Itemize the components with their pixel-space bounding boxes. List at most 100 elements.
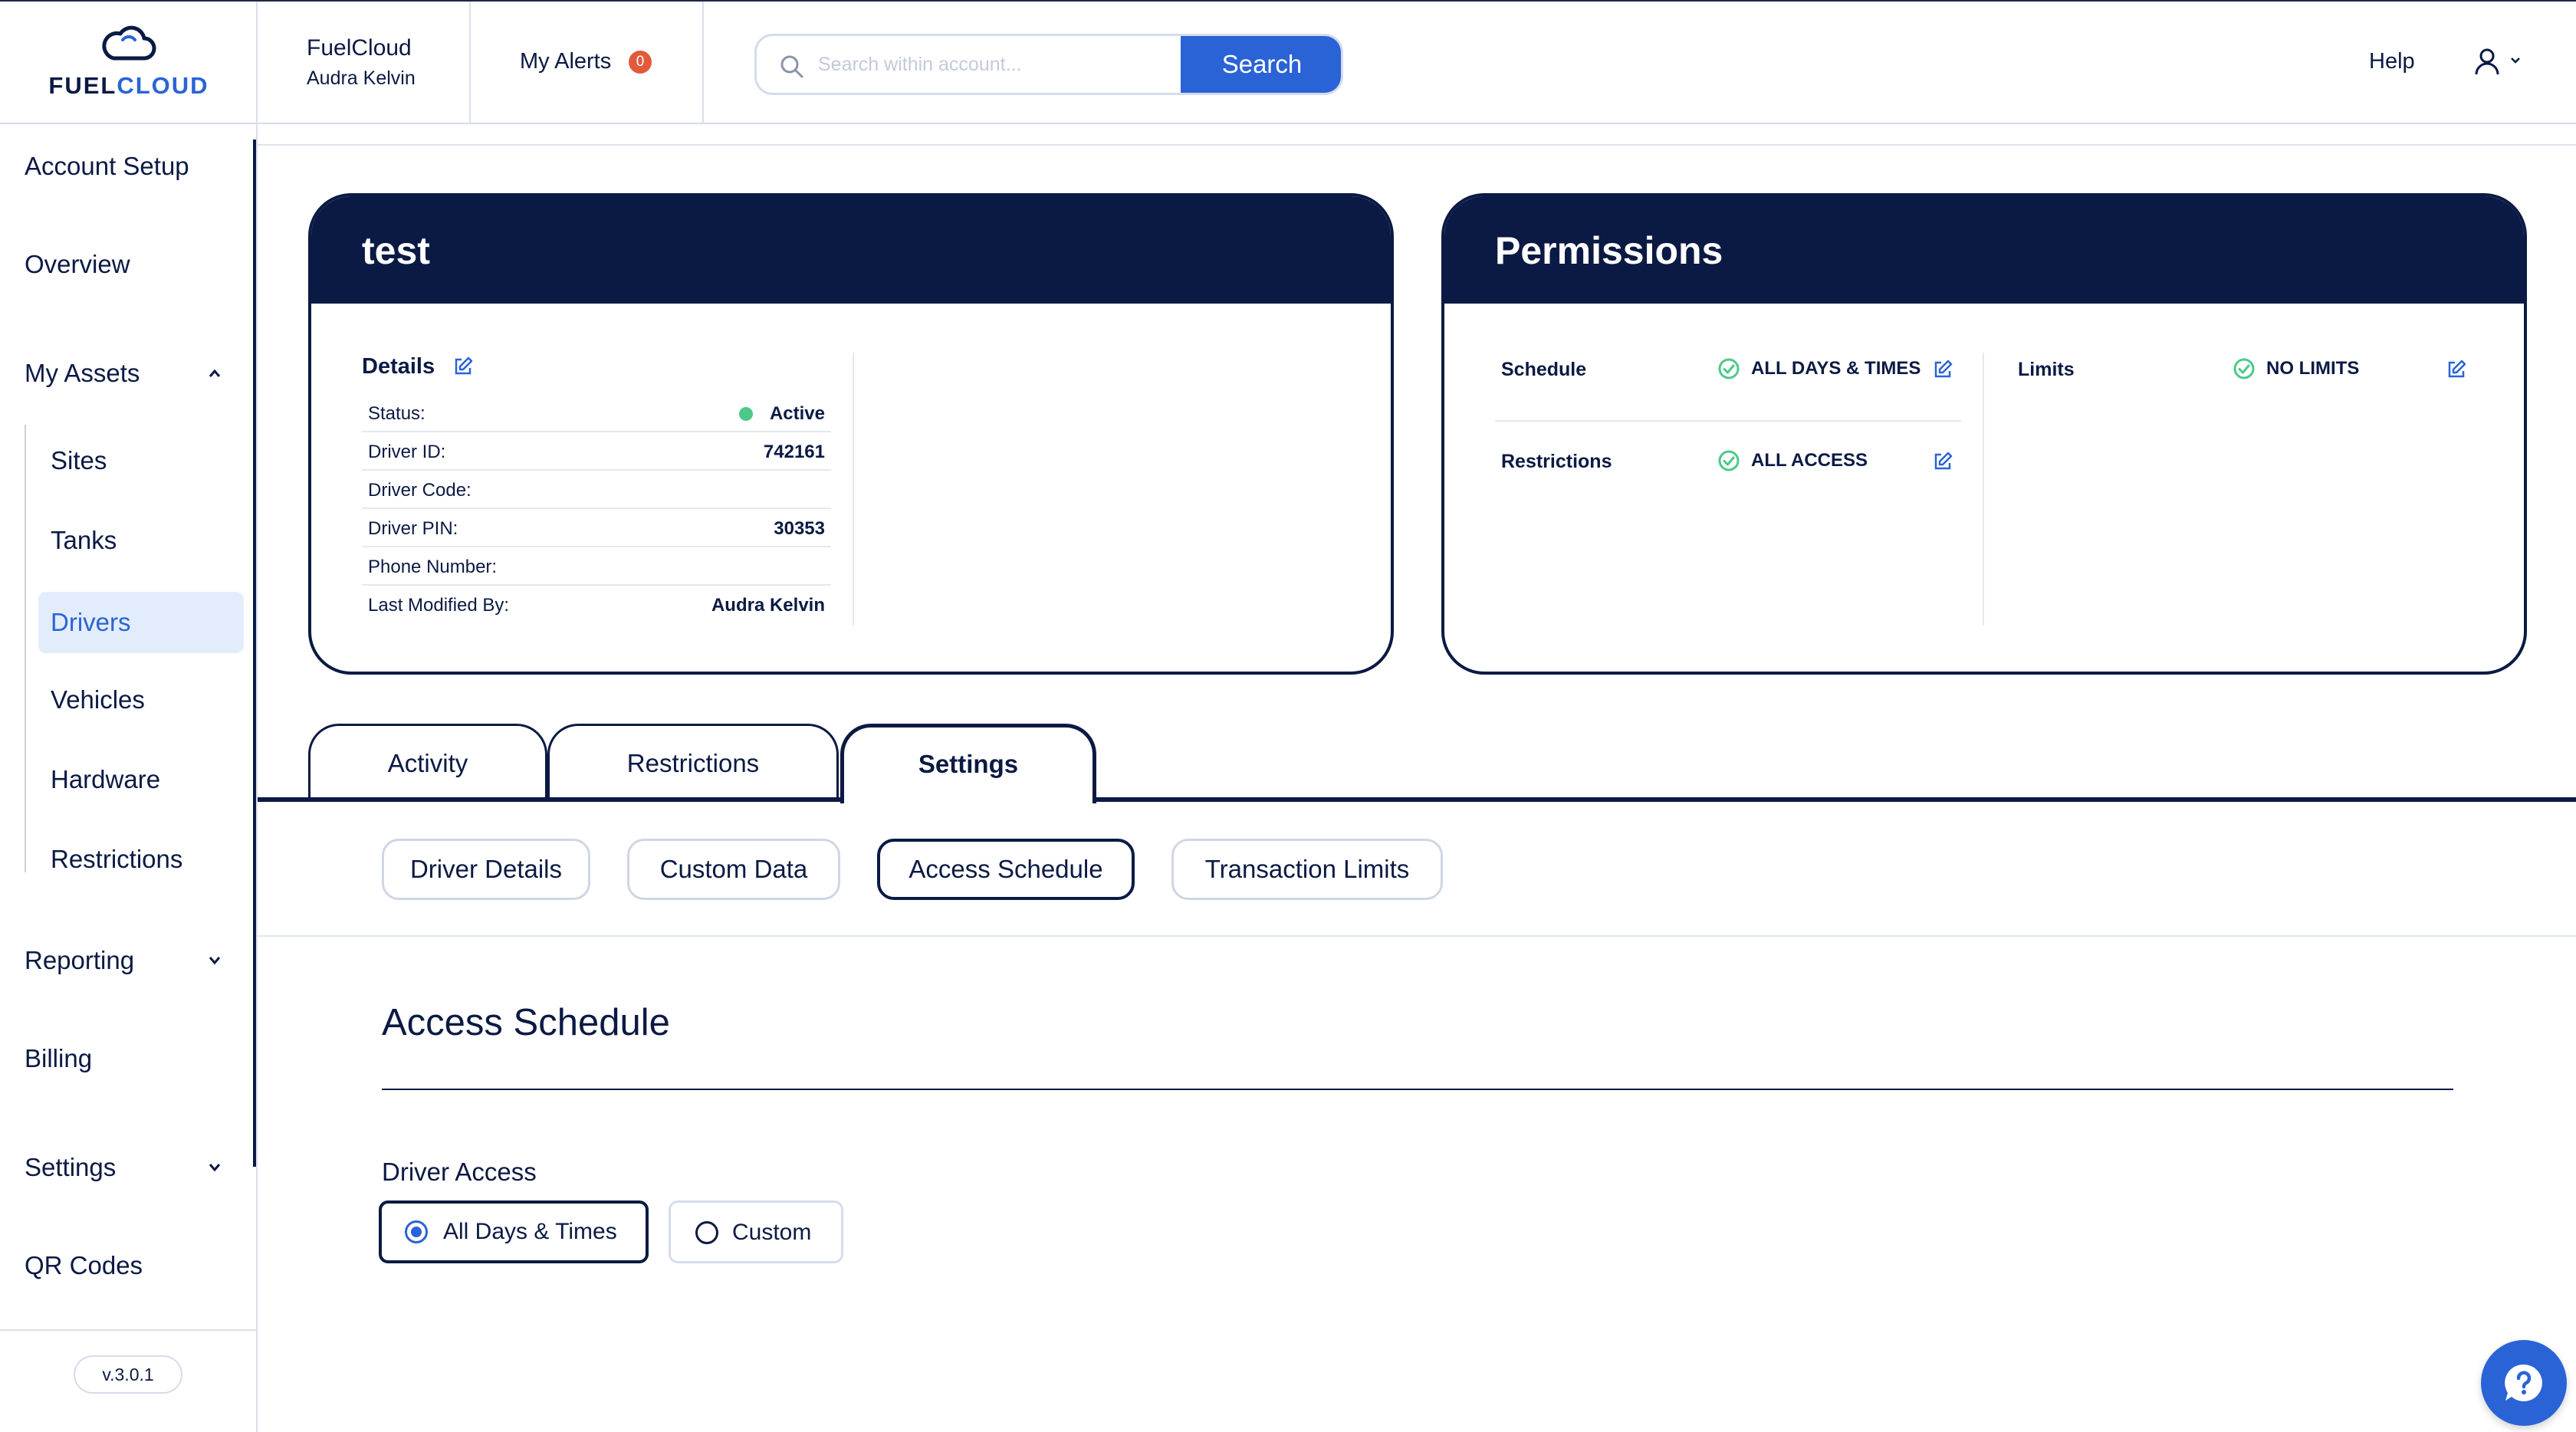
details-row-driver-code: Driver Code: bbox=[362, 471, 831, 509]
tab-activity[interactable]: Activity bbox=[308, 724, 547, 802]
alerts-count-badge: 0 bbox=[629, 51, 652, 74]
schedule-label: Schedule bbox=[1501, 359, 1587, 380]
row-value: 30353 bbox=[774, 518, 825, 539]
details-row-driver-pin: Driver PIN: 30353 bbox=[362, 509, 831, 547]
subtab-driver-details[interactable]: Driver Details bbox=[382, 839, 590, 900]
sidebar-scroll-indicator bbox=[253, 140, 256, 1167]
limits-value: NO LIMITS bbox=[2233, 357, 2359, 380]
tab-restrictions[interactable]: Restrictions bbox=[547, 724, 839, 802]
permissions-title: Permissions bbox=[1495, 229, 1723, 272]
search-button[interactable]: Search bbox=[1181, 36, 1341, 93]
search-input[interactable] bbox=[818, 36, 1171, 93]
account-name: FuelCloud bbox=[307, 35, 412, 61]
search-icon bbox=[780, 55, 803, 78]
tabs-underline bbox=[258, 797, 2576, 802]
main-top-divider bbox=[258, 144, 2576, 146]
row-label: Last Modified By: bbox=[368, 595, 510, 616]
chevron-up-icon[interactable] bbox=[207, 368, 222, 379]
sidebar-item-account-setup[interactable]: Account Setup bbox=[25, 152, 189, 181]
sidebar-item-reporting[interactable]: Reporting bbox=[25, 946, 134, 975]
top-header: FUELCLOUD FuelCloud Audra Kelvin My Aler… bbox=[0, 0, 2576, 124]
limits-label: Limits bbox=[2018, 359, 2075, 380]
details-row-phone: Phone Number: bbox=[362, 547, 831, 586]
row-value: Audra Kelvin bbox=[711, 595, 825, 616]
account-user: Audra Kelvin bbox=[307, 67, 416, 89]
tab-settings[interactable]: Settings bbox=[840, 724, 1096, 803]
details-row-driver-id: Driver ID: 742161 bbox=[362, 432, 831, 471]
chevron-down-icon[interactable] bbox=[207, 955, 222, 966]
radio-custom[interactable]: Custom bbox=[669, 1200, 843, 1263]
details-row-status: Status: Active bbox=[362, 394, 831, 432]
edit-icon[interactable] bbox=[452, 356, 474, 377]
check-circle-icon bbox=[1718, 450, 1740, 471]
edit-limits-icon[interactable] bbox=[2446, 359, 2467, 380]
row-label: Driver ID: bbox=[368, 442, 446, 462]
details-divider bbox=[853, 353, 854, 626]
driver-card: test Details Status: Active Driver ID: 7… bbox=[308, 193, 1394, 675]
radio-label: All Days & Times bbox=[443, 1219, 617, 1244]
details-table: Status: Active Driver ID: 742161 Driver … bbox=[362, 394, 831, 624]
row-label: Status: bbox=[368, 403, 426, 424]
subtab-access-schedule[interactable]: Access Schedule bbox=[877, 839, 1135, 900]
question-bubble-icon bbox=[2505, 1364, 2542, 1401]
radio-label: Custom bbox=[732, 1220, 812, 1245]
restrictions-value: ALL ACCESS bbox=[1717, 449, 1868, 472]
radio-selected-icon bbox=[405, 1220, 428, 1243]
submenu-rail bbox=[25, 425, 26, 872]
chevron-down-icon[interactable] bbox=[2509, 55, 2522, 66]
status-value: Active bbox=[738, 403, 825, 425]
status-dot bbox=[738, 407, 753, 421]
alerts-label: My Alerts bbox=[520, 49, 612, 74]
details-row-last-modified: Last Modified By: Audra Kelvin bbox=[362, 586, 831, 624]
edit-schedule-icon[interactable] bbox=[1932, 359, 1953, 380]
sidebar-item-billing[interactable]: Billing bbox=[25, 1044, 92, 1073]
restrictions-label: Restrictions bbox=[1501, 451, 1612, 472]
sidebar-item-qr-codes[interactable]: QR Codes bbox=[25, 1251, 143, 1280]
driver-card-header: test bbox=[311, 196, 1391, 304]
sidebar-item-vehicles[interactable]: Vehicles bbox=[51, 685, 145, 714]
my-alerts-link[interactable]: My Alerts 0 bbox=[471, 2, 704, 124]
logo-text: FUELCLOUD bbox=[48, 72, 209, 99]
permissions-row-divider bbox=[1495, 420, 1961, 422]
sidebar: Account Setup Overview My Assets Sites T… bbox=[0, 124, 258, 1432]
sidebar-item-my-assets[interactable]: My Assets bbox=[25, 359, 140, 388]
help-chat-button[interactable] bbox=[2481, 1340, 2567, 1426]
sidebar-item-tanks[interactable]: Tanks bbox=[51, 526, 117, 555]
driver-name: test bbox=[362, 229, 430, 272]
sidebar-item-hardware[interactable]: Hardware bbox=[51, 765, 160, 794]
logo[interactable]: FUELCLOUD bbox=[0, 2, 258, 124]
check-circle-icon bbox=[2233, 358, 2255, 379]
subtab-transaction-limits[interactable]: Transaction Limits bbox=[1171, 839, 1443, 900]
radio-all-days-times[interactable]: All Days & Times bbox=[379, 1200, 649, 1263]
sidebar-item-settings[interactable]: Settings bbox=[25, 1153, 116, 1182]
version-badge: v.3.0.1 bbox=[74, 1355, 182, 1394]
subtab-custom-data[interactable]: Custom Data bbox=[627, 839, 840, 900]
user-icon[interactable] bbox=[2472, 46, 2502, 77]
sidebar-item-drivers[interactable]: Drivers bbox=[38, 592, 244, 653]
cloud-logo-icon bbox=[102, 25, 156, 61]
schedule-value: ALL DAYS & TIMES bbox=[1717, 357, 1921, 380]
section-title: Access Schedule bbox=[382, 1002, 670, 1043]
account-switcher[interactable]: FuelCloud Audra Kelvin bbox=[258, 2, 471, 124]
row-label: Phone Number: bbox=[368, 557, 498, 577]
sidebar-item-sites[interactable]: Sites bbox=[51, 446, 107, 475]
sidebar-item-overview[interactable]: Overview bbox=[25, 250, 130, 279]
chevron-down-icon[interactable] bbox=[207, 1162, 222, 1173]
permissions-card-header: Permissions bbox=[1444, 196, 2524, 304]
edit-restrictions-icon[interactable] bbox=[1932, 451, 1953, 472]
row-label: Driver PIN: bbox=[368, 518, 458, 539]
row-value: 742161 bbox=[763, 442, 825, 462]
help-link[interactable]: Help bbox=[2369, 49, 2415, 74]
sidebar-item-restrictions[interactable]: Restrictions bbox=[51, 845, 182, 874]
section-divider bbox=[382, 1089, 2453, 1090]
search-bar: Search bbox=[754, 34, 1343, 95]
radio-unselected-icon bbox=[695, 1221, 718, 1244]
sidebar-divider bbox=[0, 1329, 256, 1331]
permissions-column-divider bbox=[1983, 353, 1984, 626]
check-circle-icon bbox=[1718, 358, 1740, 379]
driver-access-label: Driver Access bbox=[382, 1158, 537, 1186]
subtabs-divider bbox=[258, 935, 2576, 937]
details-title: Details bbox=[362, 354, 435, 379]
permissions-card: Permissions Schedule ALL DAYS & TIMES Re… bbox=[1441, 193, 2527, 675]
row-label: Driver Code: bbox=[368, 480, 472, 501]
